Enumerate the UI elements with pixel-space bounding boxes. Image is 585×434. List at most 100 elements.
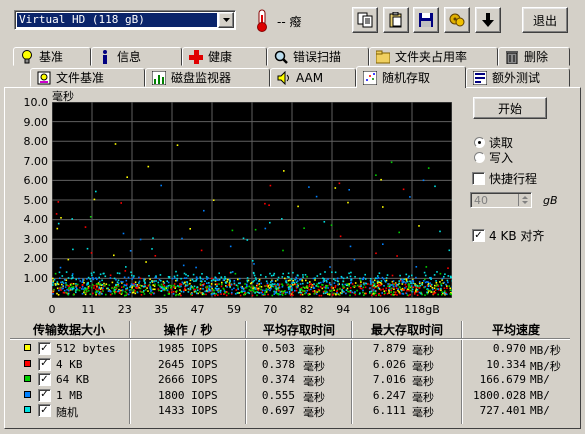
tab-label: AAM (296, 70, 324, 85)
data-point (281, 218, 283, 220)
tab-label: 额外测试 (492, 71, 541, 85)
tab-file-benchmark[interactable]: 文件基准 (30, 68, 145, 87)
data-point (233, 280, 236, 282)
write-radio[interactable] (474, 152, 485, 163)
data-point (184, 287, 186, 290)
tab-info[interactable]: 信息 (91, 47, 182, 66)
data-point (52, 293, 54, 295)
data-point (180, 290, 183, 293)
tab-benchmark[interactable]: 基准 (13, 47, 91, 66)
data-point (444, 290, 446, 292)
data-point (330, 224, 333, 226)
data-point (349, 282, 352, 284)
save-button[interactable] (413, 7, 439, 33)
data-point (55, 283, 58, 286)
data-point (247, 291, 249, 294)
data-point (194, 288, 196, 291)
data-point (116, 272, 119, 274)
tab-erase[interactable]: 删除 (498, 47, 570, 66)
data-point (441, 279, 443, 281)
exit-button[interactable]: 退出 (522, 7, 568, 33)
data-point (382, 206, 384, 208)
short-stroke-checkbox[interactable] (472, 172, 485, 185)
data-point (86, 247, 89, 250)
data-point (203, 283, 205, 285)
tab-extra-tests[interactable]: 额外测试 (466, 68, 570, 87)
y-tick-label: 5.00 (23, 193, 49, 207)
data-point (161, 285, 164, 288)
data-point (262, 289, 264, 292)
copy-info-button[interactable] (352, 7, 378, 33)
tab-random-access[interactable]: 随机存取 (356, 66, 466, 88)
y-tick-label: 1.00 (23, 271, 49, 285)
series-visible-checkbox[interactable]: ✓ (38, 342, 51, 355)
data-point (96, 278, 98, 281)
data-point (440, 287, 442, 290)
data-point (415, 276, 417, 279)
align-4kb-option[interactable]: ✓ 4 KB 对齐 (472, 227, 544, 244)
align-4kb-checkbox[interactable]: ✓ (472, 229, 485, 242)
data-point (324, 271, 326, 273)
write-option[interactable]: 写入 (474, 149, 513, 166)
avg-cell: 0.374 (261, 373, 295, 387)
data-point (399, 274, 401, 277)
spinner-arrows-icon[interactable] (518, 194, 530, 206)
data-point (277, 293, 280, 296)
header-max-access: 最大存取时间 (370, 323, 443, 337)
data-point (373, 279, 376, 282)
data-point (81, 288, 83, 290)
data-point (189, 228, 191, 230)
data-point (395, 283, 398, 286)
data-point (79, 286, 81, 289)
data-point (109, 274, 112, 277)
data-point (172, 290, 175, 293)
series-visible-checkbox[interactable]: ✓ (38, 357, 51, 371)
copy-all-button[interactable] (383, 7, 409, 33)
data-point (229, 245, 232, 248)
data-point (217, 291, 220, 294)
data-point (126, 283, 128, 285)
series-visible-checkbox[interactable]: ✓ (38, 388, 51, 402)
y-tick-label: 7.00 (23, 154, 49, 168)
data-point (218, 278, 221, 281)
tab-folder-usage[interactable]: 文件夹占用率 (369, 47, 498, 66)
data-point (208, 288, 211, 291)
series-visible-checkbox[interactable]: ✓ (38, 373, 51, 387)
data-point (82, 278, 84, 281)
tab-disk-monitor[interactable]: 磁盘监视器 (145, 68, 270, 87)
data-point (61, 281, 64, 283)
data-point (447, 281, 449, 284)
drive-select[interactable]: Virtual HD (118 gB) (14, 10, 236, 30)
data-point (252, 285, 255, 288)
data-point (444, 292, 446, 295)
data-point (199, 277, 202, 280)
data-point (308, 289, 310, 291)
start-button[interactable]: 开始 (473, 97, 547, 119)
tab-error-scan[interactable]: 错误扫描 (267, 47, 369, 66)
tab-health[interactable]: 健康 (182, 47, 267, 66)
download-button[interactable] (475, 7, 501, 33)
data-point (319, 273, 322, 275)
speed-cell: 10.334 (486, 357, 526, 371)
options-button[interactable] (444, 7, 470, 33)
read-radio[interactable] (474, 137, 485, 148)
short-stroke-option[interactable]: 快捷行程 (472, 170, 537, 187)
data-point (111, 281, 114, 284)
short-stroke-spinner[interactable]: 40 (470, 192, 532, 208)
data-point (266, 282, 269, 284)
data-point (252, 281, 254, 283)
data-point (388, 288, 391, 291)
data-point (249, 282, 252, 285)
data-point (216, 288, 218, 291)
data-point (293, 281, 295, 284)
data-point (390, 291, 392, 293)
data-point (153, 285, 156, 287)
data-point (425, 266, 428, 268)
drive-dropdown-button[interactable] (218, 12, 234, 28)
data-point (117, 290, 119, 293)
data-point (393, 288, 395, 290)
data-point (369, 278, 372, 280)
series-visible-checkbox[interactable]: ✓ (38, 404, 51, 418)
tab-aam[interactable]: AAM (270, 68, 356, 87)
data-point (418, 291, 421, 294)
